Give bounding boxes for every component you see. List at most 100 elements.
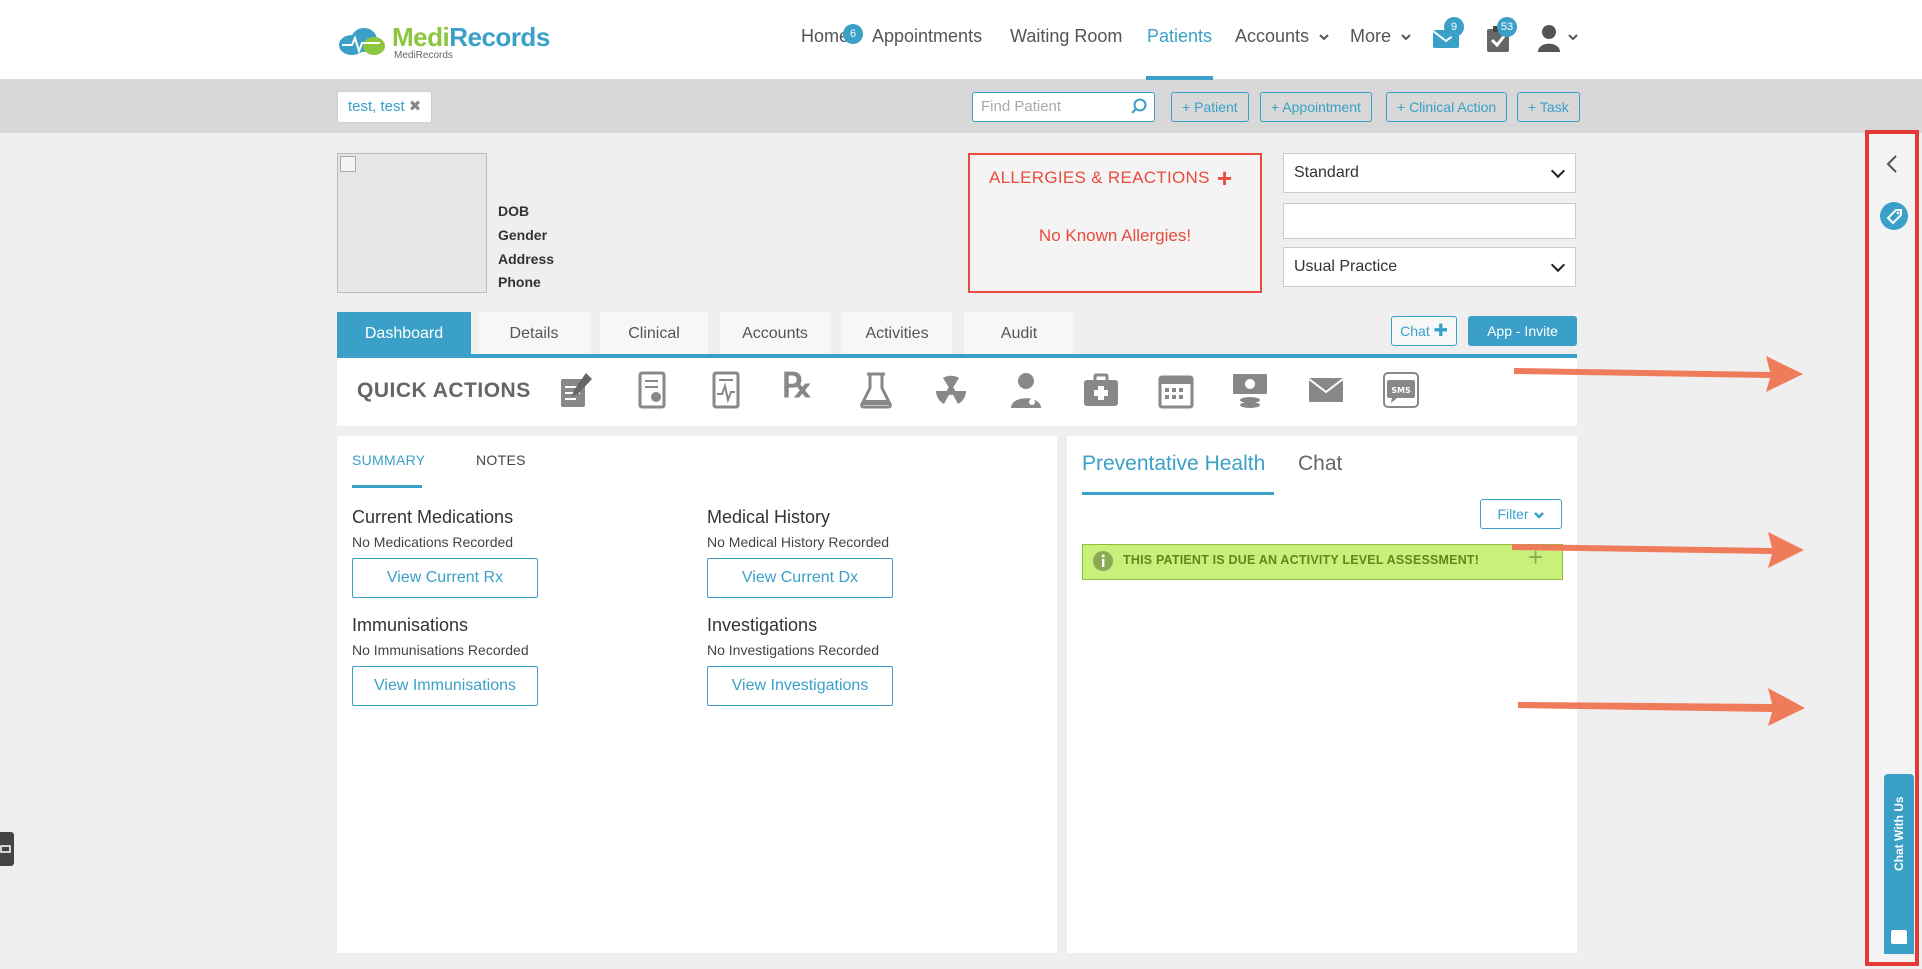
address-label: Address (498, 251, 555, 267)
nav-accounts-label: Accounts (1235, 26, 1310, 46)
summary-tab-underline (352, 485, 422, 488)
plus-icon: ✚ (1433, 321, 1448, 340)
chevron-down-icon (1550, 257, 1566, 273)
view-current-rx-button[interactable]: View Current Rx (352, 558, 538, 598)
practice-value: Usual Practice (1294, 258, 1398, 275)
tasks-badge: 53 (1497, 17, 1517, 37)
patient-photo[interactable] (337, 153, 487, 293)
medications-heading: Current Medications (352, 507, 514, 527)
brand-name-part1: Medi (392, 21, 450, 52)
medical-kit-icon[interactable] (1081, 370, 1121, 410)
nav-waiting-room[interactable]: Waiting Room (1010, 26, 1122, 80)
open-patient-tab[interactable]: test, test ✖ (337, 91, 433, 123)
billing-icon[interactable] (1230, 370, 1270, 410)
medical-history-note: No Medical History Recorded (707, 534, 890, 550)
billing-type-select[interactable]: Standard (1283, 153, 1576, 193)
left-edge-widget[interactable] (0, 832, 14, 866)
immunisations-note: No Immunisations Recorded (352, 642, 529, 658)
brand-subtitle: MediRecords (394, 49, 453, 61)
app-invite-button[interactable]: App - Invite (1468, 316, 1577, 346)
dob-label: DOB (498, 203, 530, 219)
add-task-button[interactable]: + Task (1517, 92, 1580, 122)
print-icon (0, 845, 11, 853)
nav-more[interactable]: More (1350, 26, 1412, 80)
pathology-icon[interactable] (856, 370, 896, 410)
radiology-icon[interactable] (931, 370, 971, 410)
immunisations-heading: Immunisations (352, 615, 469, 635)
calendar-icon[interactable] (1156, 370, 1196, 410)
medications-note: No Medications Recorded (352, 534, 514, 550)
annotation-arrows (1512, 356, 1805, 726)
view-investigations-button[interactable]: View Investigations (707, 666, 893, 706)
nav-patients[interactable]: Patients (1146, 26, 1214, 80)
tab-activities[interactable]: Activities (842, 312, 952, 356)
quick-actions-title: QUICK ACTIONS (357, 379, 531, 402)
info-icon (1093, 551, 1113, 571)
brand-name-part2: Records (449, 21, 550, 52)
add-patient-button[interactable]: + Patient (1171, 92, 1249, 122)
investigations-heading: Investigations (707, 615, 818, 635)
billing-type-value: Standard (1294, 164, 1359, 181)
annotation-arrow-bottom (1518, 688, 1805, 726)
notes-icon[interactable] (556, 370, 596, 410)
add-clinical-action-button[interactable]: + Clinical Action (1386, 92, 1508, 122)
home-notification-badge: 6 (843, 24, 863, 44)
close-icon[interactable]: ✖ (409, 98, 422, 115)
tab-details[interactable]: Details (478, 312, 590, 356)
sidebar-highlight-frame (1865, 130, 1919, 966)
secondary-toolbar (0, 80, 1922, 133)
svg-text:SMS: SMS (1391, 386, 1411, 395)
find-patient-input[interactable]: Find Patient (972, 92, 1155, 122)
chevron-down-icon (1319, 34, 1329, 41)
tab-preventative-health[interactable]: Preventative Health (1082, 452, 1265, 476)
user-menu[interactable] (1537, 24, 1579, 57)
search-icon[interactable] (1130, 98, 1148, 116)
alert-message: THIS PATIENT IS DUE AN ACTIVITY LEVEL AS… (1123, 553, 1480, 567)
practice-select[interactable]: Usual Practice (1283, 247, 1576, 287)
prescription-icon[interactable]: ℞ (782, 366, 812, 406)
tab-summary[interactable]: SUMMARY (352, 452, 425, 468)
view-current-dx-button[interactable]: View Current Dx (707, 558, 893, 598)
tab-chat[interactable]: Chat (1298, 452, 1342, 476)
nav-home[interactable]: Home (801, 26, 849, 80)
patient-info-field[interactable] (1283, 203, 1576, 239)
tab-clinical[interactable]: Clinical (600, 312, 708, 356)
allergies-title: ALLERGIES & REACTIONS (989, 168, 1210, 187)
nav-more-label: More (1350, 26, 1392, 46)
view-immunisations-button[interactable]: View Immunisations (352, 666, 538, 706)
photo-checkbox[interactable] (340, 156, 356, 172)
annotation-arrow-top (1514, 356, 1803, 392)
investigations-note: No Investigations Recorded (707, 642, 879, 658)
chevron-down-icon (1550, 163, 1566, 179)
nav-appointments[interactable]: Appointments (872, 26, 982, 80)
chevron-down-icon (1568, 34, 1579, 41)
chat-add-button[interactable]: Chat ✚ (1391, 316, 1457, 346)
nav-home-label: Home (801, 26, 850, 46)
user-icon (1538, 25, 1560, 52)
mail-badge: 9 (1444, 17, 1464, 37)
tab-dashboard[interactable]: Dashboard (337, 312, 471, 356)
tab-audit[interactable]: Audit (964, 312, 1074, 356)
cloud-logo-icon (336, 27, 386, 57)
annotation-arrow-middle (1512, 532, 1804, 568)
add-appointment-button[interactable]: + Appointment (1260, 92, 1372, 122)
tab-accounts[interactable]: Accounts (720, 312, 830, 356)
referral-doctor-icon[interactable] (1006, 370, 1046, 410)
find-patient-placeholder: Find Patient (981, 98, 1062, 115)
sms-icon[interactable]: SMS (1381, 370, 1421, 410)
brand-logo[interactable]: MediRecords MediRecords (336, 22, 550, 62)
medical-history-heading: Medical History (707, 507, 831, 527)
chevron-down-icon (1401, 34, 1411, 41)
add-allergy-button[interactable]: + (1217, 163, 1232, 194)
no-allergies-text: No Known Allergies! (1038, 226, 1192, 245)
health-summary-icon[interactable] (706, 370, 746, 410)
preventative-tab-underline (1082, 492, 1274, 495)
gender-label: Gender (498, 227, 548, 243)
certificate-icon[interactable] (632, 370, 672, 410)
patient-tab-label: test, test (348, 98, 405, 115)
mail-icon[interactable] (1306, 370, 1346, 410)
nav-accounts[interactable]: Accounts (1235, 26, 1330, 80)
tab-notes[interactable]: NOTES (476, 452, 526, 468)
phone-label: Phone (498, 274, 541, 290)
chat-button-label: Chat (1400, 323, 1430, 339)
